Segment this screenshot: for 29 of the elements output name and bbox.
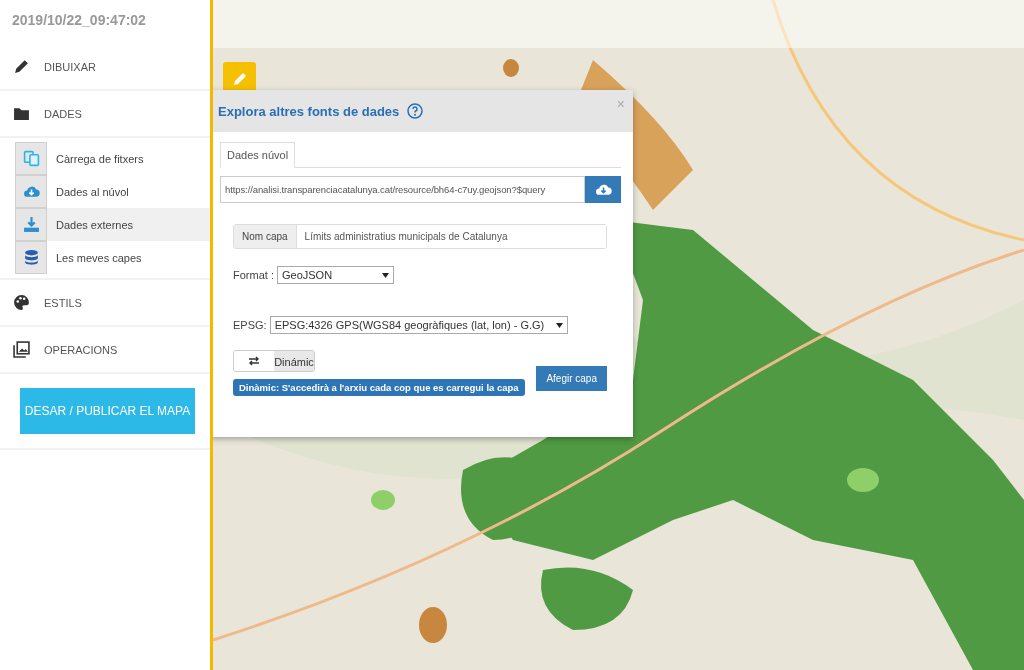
images-icon [13,341,30,358]
submenu-item[interactable]: Dades externes [15,208,210,241]
format-label: Format : [233,269,274,281]
tab[interactable]: Dades núvol [220,142,296,168]
layer-name-field[interactable]: Nom capa Límits administratius municipals de Catalunya [233,224,607,249]
files-icon [22,150,40,167]
help-icon[interactable] [407,103,424,119]
url-field[interactable]: https://analisi.transparenciacatalunya.cat/resource/bh64-c7uy.geojson?$query [220,176,585,203]
add-layer-button[interactable]: Afegir capa [536,366,607,391]
submenu-item[interactable]: Dades al núvol [15,175,210,208]
database-icon [22,249,40,266]
epsg-select[interactable]: EPSG:4326 GPS(WGS84 geogràfiques (lat, lon) - G.G) [269,316,568,334]
format-select[interactable]: GeoJSON [276,266,394,284]
submenu-item[interactable]: Càrrega de fitxers [15,142,210,175]
dialog-title: Explora altres fonts de dades [218,103,400,119]
caret-icon [555,322,563,328]
epsg-label: EPSG: [233,319,267,331]
info-badge: Dinàmic: S'accedirà a l'arxiu cada cop que es carregui la capa [233,379,525,396]
caret-icon [381,272,389,278]
timestamp: 2019/10/22_09:47:02 [11,11,147,30]
pencil-icon [13,58,30,75]
palette-icon [13,294,30,311]
folder-icon [13,105,30,122]
pencil-icon [231,70,248,87]
submenu-item[interactable]: Les meves capes [15,241,210,274]
mode-toggle[interactable]: Dinámic [233,350,315,372]
download-icon [22,216,40,233]
load-button[interactable] [585,176,621,203]
swap-icon [248,356,260,366]
